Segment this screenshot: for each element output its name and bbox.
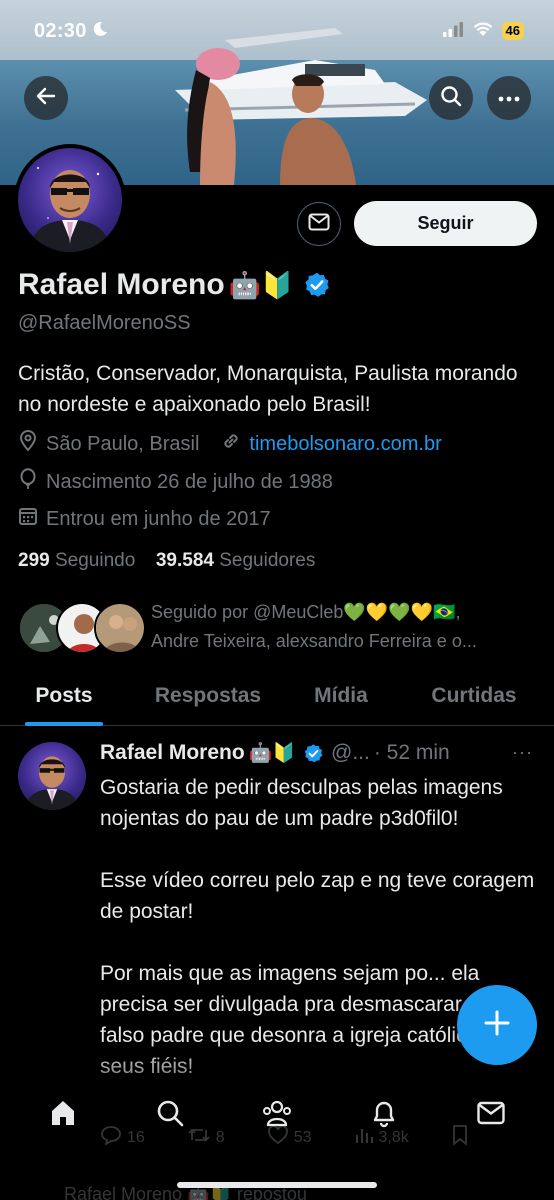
- status-time: 02:30: [34, 19, 87, 42]
- wifi-icon: [472, 21, 494, 42]
- status-indicators: 46: [442, 21, 524, 42]
- calendar-icon: [18, 506, 38, 532]
- signal-icon: [442, 21, 464, 42]
- nav-notifications[interactable]: [362, 1093, 406, 1137]
- bell-icon: [370, 1098, 398, 1133]
- tab-posts[interactable]: Posts: [0, 668, 128, 726]
- nav-communities[interactable]: [255, 1093, 299, 1137]
- follow-counts: 299 Seguindo 39.584 Seguidores: [18, 550, 315, 572]
- post-avatar[interactable]: [18, 742, 86, 810]
- post-author-emojis: 🤖🔰: [248, 743, 297, 764]
- followed-by-section[interactable]: Seguido por @MeuCleb💚💛💚💛🇧🇷, Andre Teixei…: [18, 598, 548, 658]
- profile-avatar[interactable]: [14, 144, 126, 256]
- banner-person-man: [280, 74, 356, 185]
- profile-bio: Cristão, Conservador, Monarquista, Pauli…: [18, 362, 518, 416]
- battery-indicator: 46: [501, 22, 524, 40]
- profile-website-link[interactable]: timebolsonaro.com.br: [249, 433, 441, 456]
- post-time: · 52 min: [373, 741, 450, 764]
- tab-label: Respostas: [154, 684, 262, 707]
- follow-button[interactable]: Seguir: [354, 201, 537, 246]
- profile-name-row: Rafael Moreno 🤖🔰: [18, 268, 331, 302]
- plus-icon: [483, 1009, 511, 1042]
- envelope-icon: [308, 213, 330, 236]
- profile-tabs: Posts Respostas Mídia Curtidas: [0, 668, 554, 726]
- more-dots-icon: [498, 89, 520, 107]
- following-label: Seguindo: [54, 550, 136, 571]
- following-link[interactable]: 299 Seguindo: [18, 550, 135, 571]
- more-options-button[interactable]: [487, 76, 531, 120]
- envelope-icon: [476, 1100, 506, 1131]
- followers-label: Seguidores: [219, 550, 316, 571]
- profile-handle: @RafaelMorenoSS: [18, 312, 191, 334]
- tab-label: Mídia: [314, 684, 368, 707]
- search-icon: [155, 1098, 185, 1133]
- tab-media[interactable]: Mídia: [288, 668, 394, 725]
- followed-by-text: Seguido por @MeuCleb💚💛💚💛🇧🇷, Andre Teixei…: [151, 598, 551, 656]
- profile-joined: Entrou em junho de 2017: [46, 507, 271, 530]
- link-icon: [221, 431, 241, 457]
- people-icon: [261, 1098, 293, 1133]
- bottom-navigation: [0, 1085, 554, 1145]
- arrow-left-icon: [35, 85, 57, 112]
- post-author-handle: @...: [331, 741, 370, 764]
- profile-name: Rafael Moreno: [18, 268, 225, 301]
- moon-icon: [92, 21, 108, 42]
- post-author-name[interactable]: Rafael Moreno: [100, 741, 245, 765]
- profile-joined-row: Entrou em junho de 2017: [18, 506, 271, 532]
- profile-birth-row: Nascimento 26 de julho de 1988: [18, 468, 333, 496]
- post-paragraph: Gostaria de pedir desculpas pelas imagen…: [100, 776, 503, 830]
- nav-search[interactable]: [148, 1093, 192, 1137]
- banner-person-woman: [187, 48, 240, 185]
- home-indicator: [177, 1182, 377, 1188]
- followers-count: 39.584: [155, 550, 214, 571]
- location-pin-icon: [18, 430, 38, 458]
- verified-badge-icon: [303, 271, 331, 299]
- avatar-portrait-image: [28, 167, 112, 252]
- followed-by-line1: Seguido por @MeuCleb💚💛💚💛🇧🇷,: [151, 602, 461, 622]
- nav-home[interactable]: [41, 1093, 85, 1137]
- compose-post-button[interactable]: [457, 985, 537, 1065]
- back-button[interactable]: [24, 76, 68, 120]
- profile-birth: Nascimento 26 de julho de 1988: [46, 470, 333, 493]
- following-count: 299: [18, 550, 50, 571]
- tab-label: Posts: [35, 684, 93, 707]
- tab-likes[interactable]: Curtidas: [394, 668, 554, 725]
- post-avatar-image: [24, 756, 80, 810]
- tab-replies[interactable]: Respostas: [128, 668, 288, 725]
- tab-label: Curtidas: [431, 684, 517, 707]
- balloon-icon: [18, 468, 38, 496]
- search-icon: [440, 85, 462, 112]
- profile-location-row: São Paulo, Brasil timebolsonaro.com.br: [18, 430, 442, 458]
- status-bar: 02:30 46: [0, 0, 554, 62]
- post-header: Rafael Moreno 🤖🔰 @... · 52 min: [100, 741, 450, 765]
- followed-by-line2: Andre Teixeira, alexsandro Ferreira e o.…: [151, 631, 477, 651]
- post-more-button[interactable]: ···: [512, 742, 533, 763]
- search-button[interactable]: [429, 76, 473, 120]
- verified-badge-icon: [303, 743, 324, 764]
- post-paragraph: Esse vídeo correu pelo zap e ng teve cor…: [100, 869, 535, 923]
- profile-name-emojis: 🤖🔰: [228, 269, 294, 300]
- profile-location: São Paulo, Brasil: [46, 432, 200, 455]
- followers-link[interactable]: 39.584 Seguidores: [156, 550, 316, 571]
- active-tab-indicator: [25, 722, 103, 726]
- follower-avatar: [94, 602, 146, 654]
- nav-messages[interactable]: [469, 1093, 513, 1137]
- home-icon: [48, 1098, 78, 1133]
- message-button[interactable]: [297, 202, 341, 246]
